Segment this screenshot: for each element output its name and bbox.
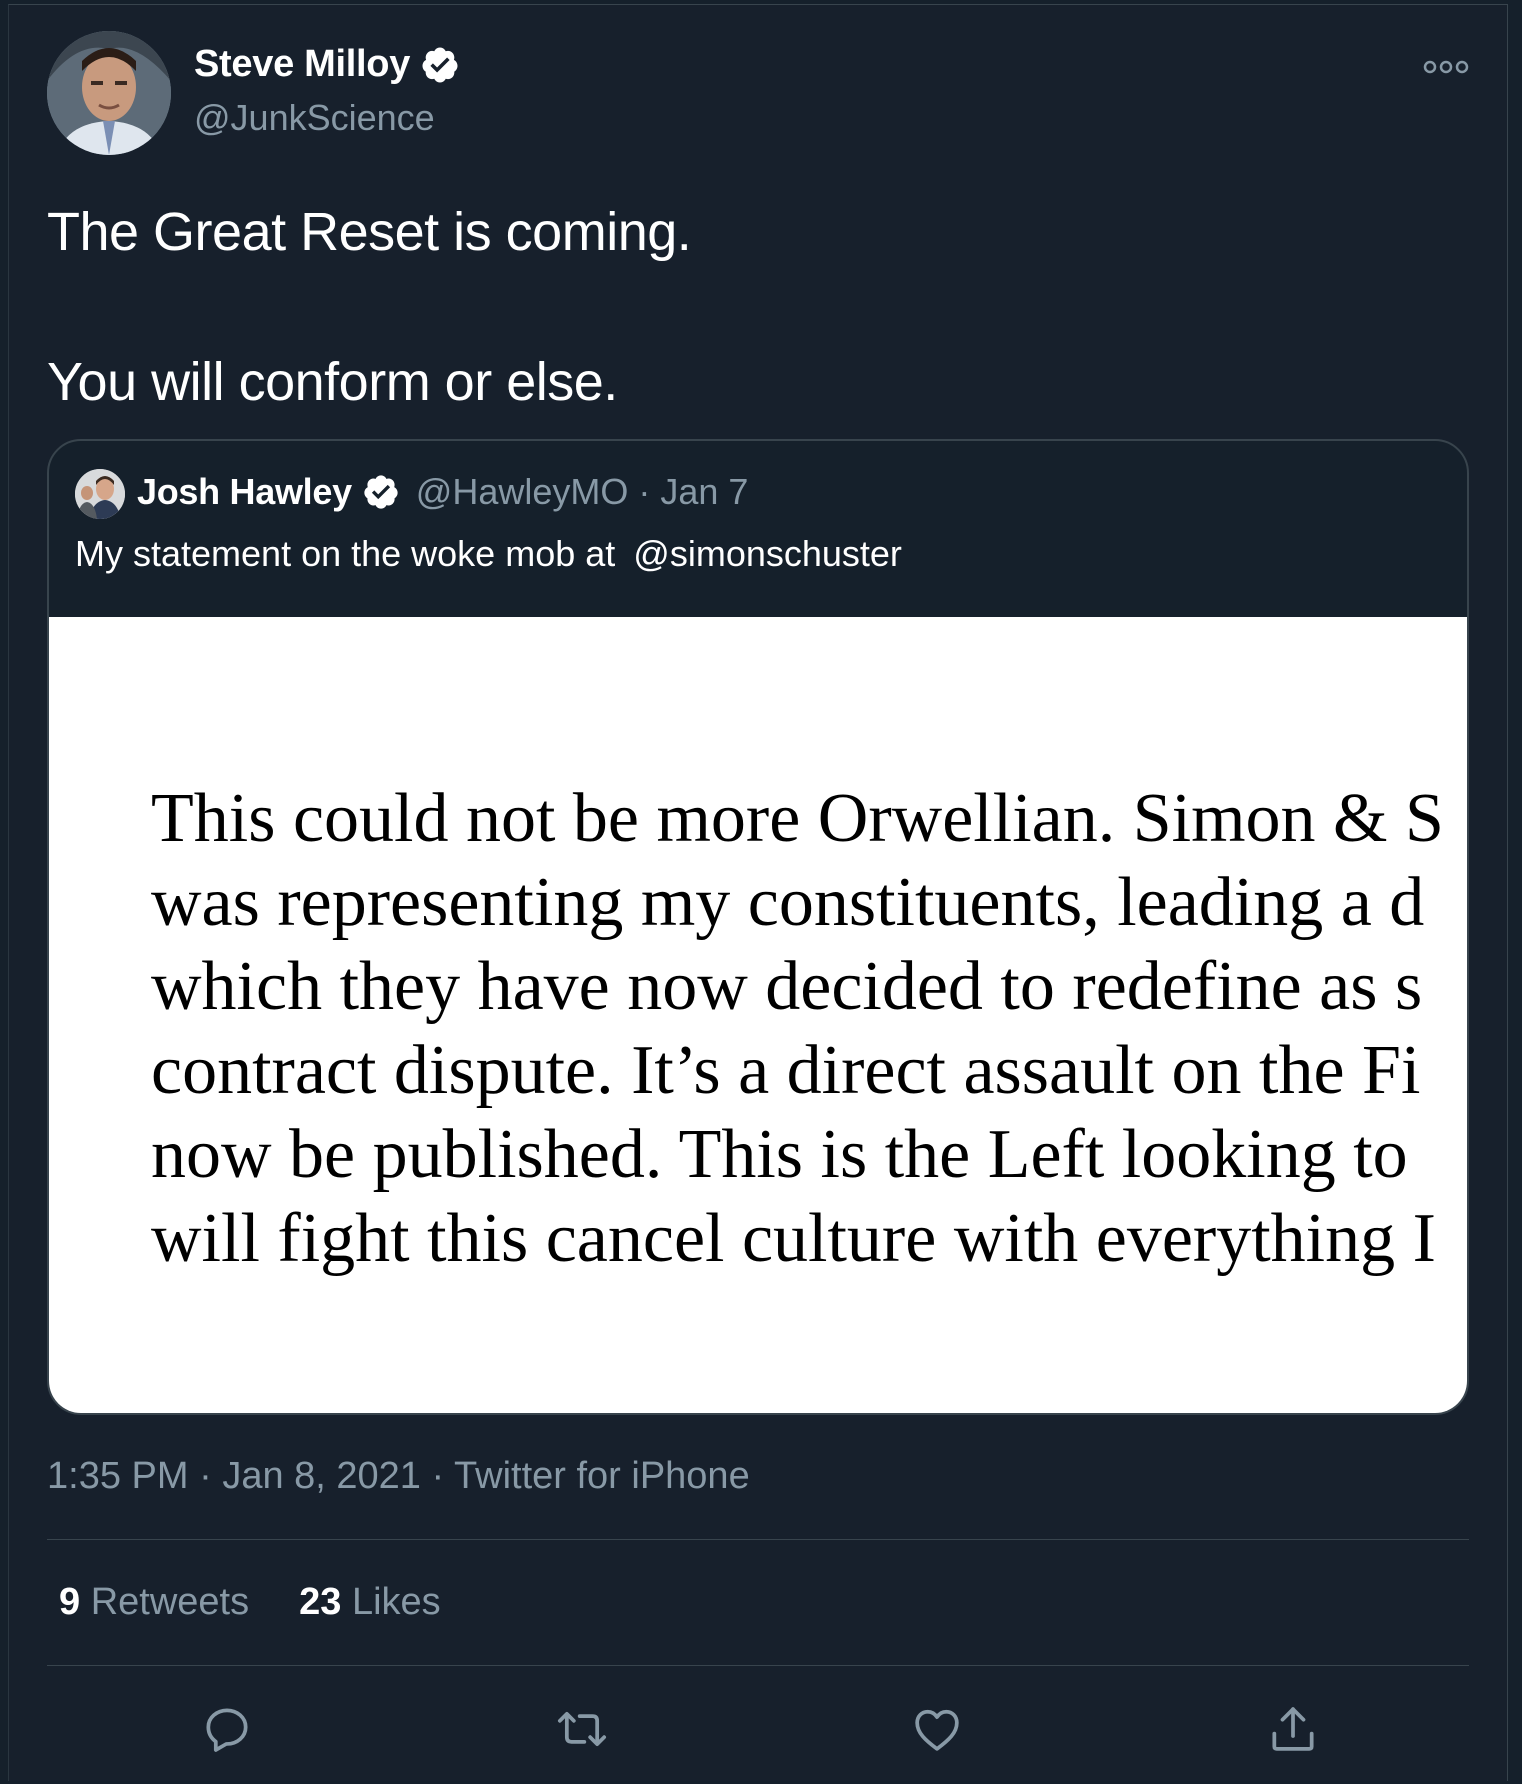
meta-separator: · xyxy=(431,1455,445,1497)
quoted-text-body: My statement on the woke mob at xyxy=(75,533,616,574)
retweets-label: Retweets xyxy=(90,1581,250,1623)
retweets-stat[interactable]: 9 Retweets xyxy=(59,1581,249,1624)
quoted-statement-image[interactable]: This could not be more Orwellian. Simon … xyxy=(49,617,1467,1413)
likes-count: 23 xyxy=(299,1581,342,1623)
quoted-mention-link[interactable]: @simonschuster xyxy=(633,533,902,574)
engagement-stats: 9 Retweets 23 Likes xyxy=(59,1581,441,1624)
retweets-count: 9 xyxy=(59,1581,81,1623)
author-name[interactable]: Steve Milloy xyxy=(194,43,410,86)
statement-line: This could not be more Orwellian. Simon … xyxy=(151,780,1444,857)
like-icon[interactable] xyxy=(909,1701,965,1757)
author-handle[interactable]: @JunkScience xyxy=(194,97,435,139)
verified-icon xyxy=(420,45,460,85)
share-icon[interactable] xyxy=(1265,1701,1321,1757)
statement-line: which they have now decided to redefine … xyxy=(151,948,1423,1025)
retweet-icon[interactable] xyxy=(554,1701,610,1757)
statement-line: will fight this cancel culture with ever… xyxy=(151,1200,1436,1277)
quoted-text: My statement on the woke mob at @simonsc… xyxy=(75,533,902,575)
tweet-date[interactable]: Jan 8, 2021 xyxy=(222,1455,421,1497)
tweet-time[interactable]: 1:35 PM xyxy=(47,1455,189,1497)
author-avatar[interactable] xyxy=(47,31,171,155)
quoted-date: Jan 7 xyxy=(660,471,749,512)
tweet-text-line-1: The Great Reset is coming. xyxy=(47,202,692,262)
likes-label: Likes xyxy=(351,1581,441,1623)
likes-stat[interactable]: 23 Likes xyxy=(299,1581,441,1624)
quoted-author-handle: @HawleyMO xyxy=(415,471,629,512)
more-icon[interactable] xyxy=(1422,55,1470,79)
quoted-author-avatar xyxy=(75,469,125,519)
tweet-source[interactable]: Twitter for iPhone xyxy=(454,1455,750,1497)
page-background: Steve Milloy @JunkScience The Great Rese… xyxy=(0,0,1522,1784)
quoted-header: Josh Hawley @HawleyMO · Jan 7 xyxy=(137,471,748,513)
tweet-card: Steve Milloy @JunkScience The Great Rese… xyxy=(8,4,1508,1781)
tweet-meta: 1:35 PM · Jan 8, 2021 · Twitter for iPho… xyxy=(47,1455,750,1498)
reply-icon[interactable] xyxy=(199,1701,255,1757)
verified-icon xyxy=(362,473,400,511)
divider xyxy=(47,1539,1469,1540)
quoted-tweet[interactable]: Josh Hawley @HawleyMO · Jan 7 My stateme… xyxy=(47,439,1469,1415)
statement-text: This could not be more Orwellian. Simon … xyxy=(151,777,1444,1281)
author-name-row[interactable]: Steve Milloy xyxy=(194,43,460,86)
divider xyxy=(47,1665,1469,1666)
statement-line: now be published. This is the Left looki… xyxy=(151,1116,1408,1193)
meta-separator: · xyxy=(199,1455,212,1497)
statement-line: was representing my constituents, leadin… xyxy=(151,864,1425,941)
quoted-author-name: Josh Hawley xyxy=(137,471,352,512)
statement-line: contract dispute. It’s a direct assault … xyxy=(151,1032,1421,1109)
quoted-separator: · xyxy=(638,471,651,512)
tweet-text-line-2: You will conform or else. xyxy=(47,352,618,412)
